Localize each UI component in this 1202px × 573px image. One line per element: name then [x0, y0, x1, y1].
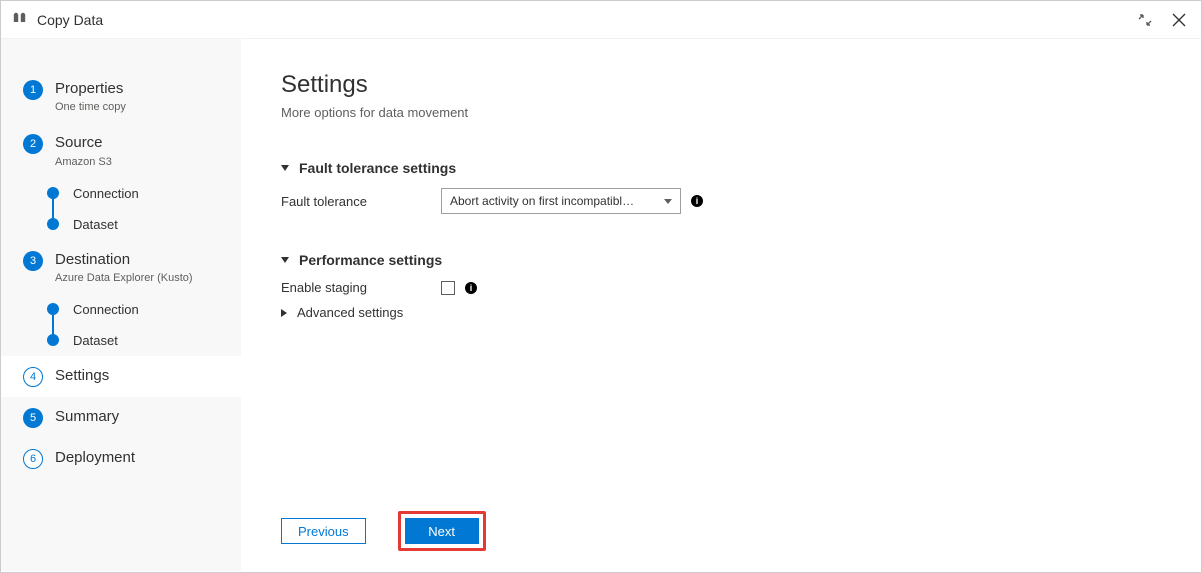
step-number: 5: [23, 408, 43, 428]
step-number: 4: [23, 367, 43, 387]
substep-dot-icon: [47, 334, 59, 346]
page-title: Settings: [281, 71, 1161, 99]
step-subtitle: Amazon S3: [55, 156, 112, 168]
step-number: 2: [23, 134, 43, 154]
chevron-down-icon: [664, 199, 672, 204]
step-title: Settings: [55, 366, 109, 386]
info-icon[interactable]: i: [465, 282, 477, 294]
copy-data-icon: [13, 11, 29, 28]
advanced-settings-toggle[interactable]: Advanced settings: [281, 305, 1161, 320]
advanced-settings-label: Advanced settings: [297, 305, 403, 320]
substep-dot-icon: [47, 218, 59, 230]
step-number: 6: [23, 449, 43, 469]
substep-label: Dataset: [73, 217, 118, 232]
step-title: Destination: [55, 250, 193, 270]
step-deployment[interactable]: 6 Deployment: [1, 438, 241, 479]
step-settings[interactable]: 4 Settings: [1, 356, 241, 397]
substep-dot-icon: [47, 187, 59, 199]
fault-tolerance-dropdown[interactable]: Abort activity on first incompatibl…: [441, 188, 681, 214]
step-subtitle: Azure Data Explorer (Kusto): [55, 272, 193, 284]
substep-destination-connection[interactable]: Connection: [47, 294, 241, 325]
substep-destination-dataset[interactable]: Dataset: [47, 325, 241, 356]
step-title: Summary: [55, 407, 119, 427]
substep-dot-icon: [47, 303, 59, 315]
substep-source-connection[interactable]: Connection: [47, 178, 241, 209]
fault-tolerance-label: Fault tolerance: [281, 194, 441, 209]
main-panel: Settings More options for data movement …: [241, 39, 1201, 571]
page-subtitle: More options for data movement: [281, 105, 1161, 120]
step-properties[interactable]: 1 Properties One time copy: [1, 69, 241, 123]
step-title: Deployment: [55, 448, 135, 468]
step-title: Properties: [55, 79, 126, 99]
step-number: 1: [23, 80, 43, 100]
substep-label: Connection: [73, 186, 139, 201]
collapse-icon: [281, 165, 289, 171]
substep-source-dataset[interactable]: Dataset: [47, 209, 241, 240]
close-icon[interactable]: [1169, 10, 1189, 30]
wizard-footer: Previous Next: [281, 491, 1161, 551]
substep-label: Dataset: [73, 333, 118, 348]
step-source[interactable]: 2 Source Amazon S3: [1, 123, 241, 177]
step-number: 3: [23, 251, 43, 271]
fault-tolerance-section-toggle[interactable]: Fault tolerance settings: [281, 160, 1161, 176]
next-button-highlight: Next: [398, 511, 486, 551]
info-icon[interactable]: i: [691, 195, 703, 207]
section-title: Performance settings: [299, 252, 442, 268]
dialog-title: Copy Data: [37, 12, 103, 28]
dialog-header: Copy Data: [1, 1, 1201, 39]
enable-staging-label: Enable staging: [281, 280, 441, 295]
expand-icon: [281, 309, 287, 317]
collapse-icon: [281, 257, 289, 263]
next-button[interactable]: Next: [405, 518, 479, 544]
step-summary[interactable]: 5 Summary: [1, 397, 241, 438]
step-destination[interactable]: 3 Destination Azure Data Explorer (Kusto…: [1, 240, 241, 294]
step-title: Source: [55, 133, 112, 153]
enable-staging-checkbox[interactable]: [441, 281, 455, 295]
section-title: Fault tolerance settings: [299, 160, 456, 176]
previous-button[interactable]: Previous: [281, 518, 366, 544]
dropdown-value: Abort activity on first incompatibl…: [450, 194, 634, 208]
performance-section-toggle[interactable]: Performance settings: [281, 252, 1161, 268]
restore-icon[interactable]: [1135, 10, 1155, 30]
wizard-sidebar: 1 Properties One time copy 2 Source Amaz…: [1, 39, 241, 571]
substep-label: Connection: [73, 302, 139, 317]
step-subtitle: One time copy: [55, 101, 126, 113]
